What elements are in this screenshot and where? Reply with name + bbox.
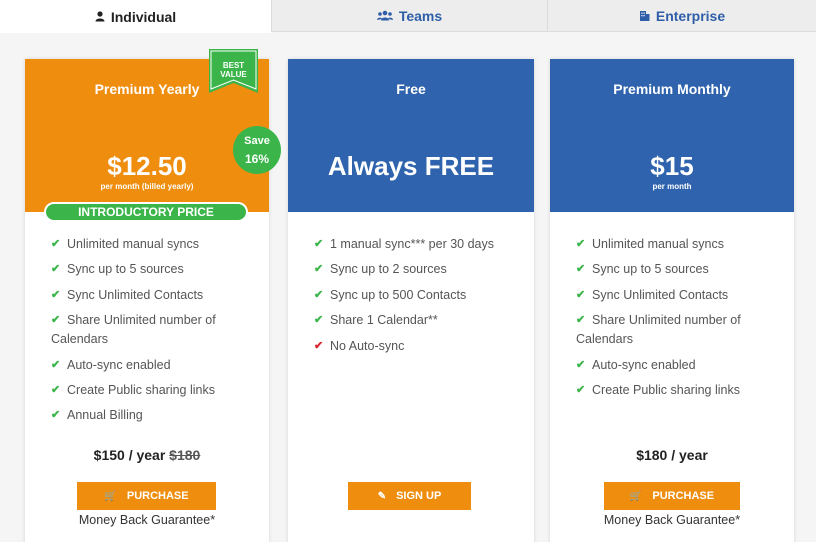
check-icon: ✔ bbox=[314, 314, 324, 327]
check-icon: ✔ bbox=[314, 238, 324, 250]
plan-price-note: per month bbox=[652, 182, 692, 191]
check-icon: ✔ bbox=[576, 383, 586, 396]
check-icon: ✔ bbox=[314, 288, 324, 301]
feature-item: ✔ Share Unlimited number of Calendars bbox=[51, 313, 216, 347]
feature-item: ✔ Auto-sync enabled bbox=[576, 356, 770, 375]
feature-item: ✔ Create Public sharing links bbox=[51, 381, 245, 400]
check-icon: ✔ bbox=[576, 288, 586, 301]
check-icon: ✔ bbox=[51, 383, 61, 396]
check-icon: ✔ bbox=[51, 314, 61, 327]
feature-list: ✔ Unlimited manual syncs ✔ Sync up to 5 so… bbox=[25, 235, 269, 432]
annual-price: $150 / year $180 bbox=[93, 447, 201, 463]
cross-icon: ✔ bbox=[314, 339, 324, 352]
feature-list: ✔ Unlimited manual syncs ✔ Sync up to 5 so… bbox=[550, 235, 794, 406]
money-back-guarantee: Money Back Guarantee* bbox=[78, 513, 216, 527]
feature-item: ✔ Share 1 Calendar** bbox=[314, 311, 510, 330]
check-icon: ✔ bbox=[51, 358, 61, 371]
old-price: $180 bbox=[169, 447, 201, 463]
plan-title: Free bbox=[396, 81, 426, 97]
plan-card-free: Free Always FREE ✔ 1 manual sync*** per 3… bbox=[288, 59, 534, 542]
feature-list: ✔ 1 manual sync*** per 30 days ✔ Sync up t… bbox=[288, 235, 534, 362]
check-icon: ✔ bbox=[51, 238, 61, 250]
tab-teams-label: Teams bbox=[398, 7, 443, 24]
tab-enterprise[interactable]: Enterprise bbox=[547, 0, 816, 32]
edit-icon: ✎ bbox=[377, 490, 387, 502]
feature-item: ✔ Sync Unlimited Contacts bbox=[51, 286, 245, 305]
plan-header: Free Always FREE bbox=[288, 59, 534, 212]
building-icon bbox=[639, 10, 650, 21]
feature-item: ✔ Share Unlimited number of Calendars bbox=[576, 313, 741, 347]
check-icon: ✔ bbox=[576, 314, 586, 327]
annual-price: $180 / year bbox=[636, 447, 708, 463]
cart-icon: 🛒 bbox=[629, 490, 643, 502]
plan-price: $15 bbox=[650, 151, 694, 181]
save-badge: Save 16% bbox=[233, 126, 281, 174]
check-icon: ✔ bbox=[51, 409, 61, 422]
check-icon: ✔ bbox=[314, 263, 324, 276]
feature-item: ✔ Sync up to 5 sources bbox=[51, 260, 245, 279]
plan-price-note: per month (billed yearly) bbox=[100, 182, 194, 191]
feature-item: ✔ 1 manual sync*** per 30 days bbox=[314, 235, 510, 254]
feature-item: ✔ Create Public sharing links bbox=[576, 381, 770, 400]
cart-icon: 🛒 bbox=[104, 490, 117, 502]
feature-item: ✔ Unlimited manual syncs bbox=[51, 235, 245, 254]
tab-individual-label: Individual bbox=[110, 8, 177, 25]
plan-price: Always FREE bbox=[327, 151, 495, 181]
tab-enterprise-label: Enterprise bbox=[655, 7, 726, 24]
check-icon: ✔ bbox=[576, 358, 586, 371]
plan-title: Premium Monthly bbox=[613, 81, 731, 97]
introductory-price-badge: INTRODUCTORY PRICE bbox=[44, 202, 248, 222]
purchase-button[interactable]: 🛒 PURCHASE bbox=[604, 482, 740, 510]
feature-item: ✔ No Auto-sync bbox=[314, 337, 510, 356]
plan-tabs: Individual Teams Enterprise bbox=[0, 0, 816, 33]
feature-item: ✔ Sync up to 500 Contacts bbox=[314, 286, 510, 305]
feature-item: ✔ Sync Unlimited Contacts bbox=[576, 286, 770, 305]
sign-up-button[interactable]: ✎ SIGN UP bbox=[348, 482, 471, 510]
feature-item: ✔ Sync up to 2 sources bbox=[314, 260, 510, 279]
feature-item: ✔ Auto-sync enabled bbox=[51, 356, 245, 375]
best-value-ribbon: BEST VALUE bbox=[209, 49, 258, 93]
feature-item: ✔ Sync up to 5 sources bbox=[576, 260, 770, 279]
tab-individual[interactable]: Individual bbox=[0, 0, 271, 33]
person-icon bbox=[95, 11, 105, 22]
users-icon bbox=[376, 10, 393, 21]
money-back-guarantee: Money Back Guarantee* bbox=[603, 513, 741, 527]
check-icon: ✔ bbox=[51, 288, 61, 301]
feature-item: ✔ Annual Billing bbox=[51, 406, 245, 425]
check-icon: ✔ bbox=[51, 263, 61, 276]
purchase-button[interactable]: 🛒 PURCHASE bbox=[77, 482, 216, 510]
tab-teams[interactable]: Teams bbox=[271, 0, 547, 32]
plan-header: Premium Monthly $15 per month bbox=[550, 59, 794, 212]
check-icon: ✔ bbox=[576, 238, 586, 250]
feature-item: ✔ Unlimited manual syncs bbox=[576, 235, 770, 254]
check-icon: ✔ bbox=[576, 263, 586, 276]
plan-card-premium-monthly: Premium Monthly $15 per month ✔ Unlimited… bbox=[550, 59, 794, 542]
